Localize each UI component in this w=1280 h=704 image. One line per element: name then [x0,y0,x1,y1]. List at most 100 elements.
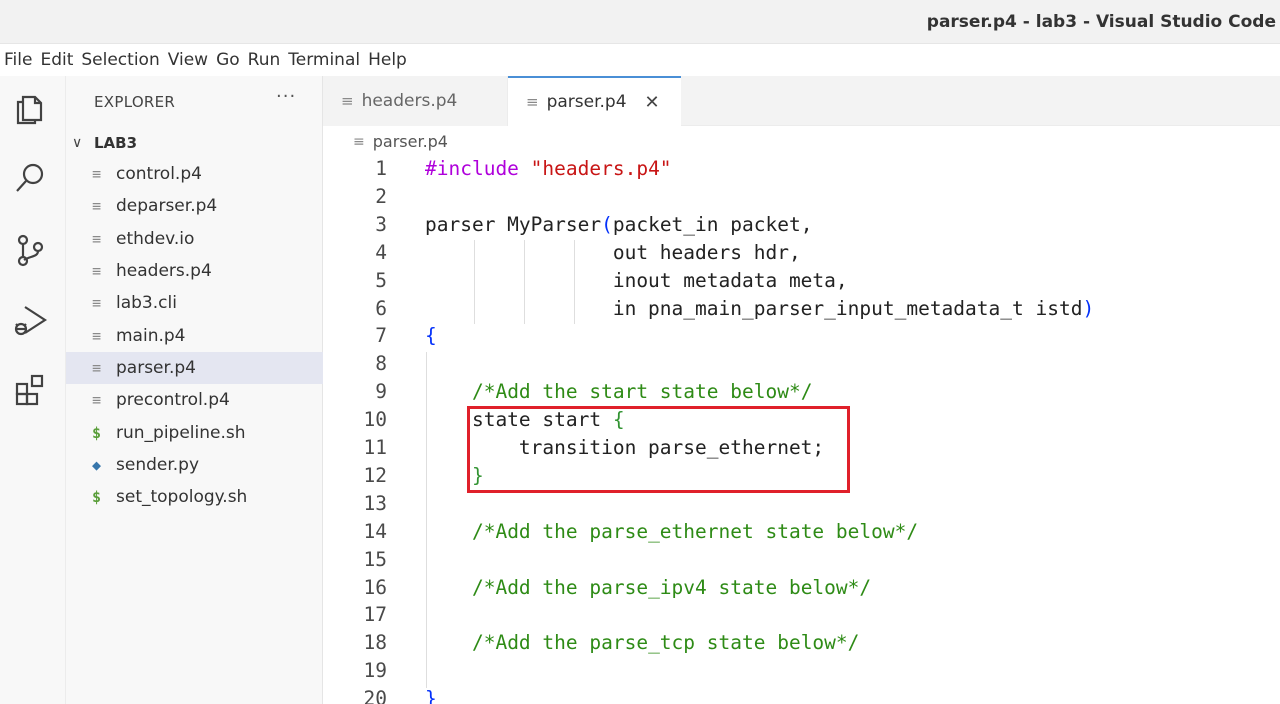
text-file-icon: ≡ [92,165,102,184]
code-line[interactable]: 13 [323,492,1280,520]
code-token: "headers.p4" [530,157,672,180]
line-number: 20 [363,687,387,704]
explorer-icon[interactable] [0,78,60,138]
folder-label: LAB3 [94,134,138,152]
line-number: 17 [363,603,387,627]
file-item-set-topology[interactable]: $ set_topology.sh [66,481,323,513]
close-icon[interactable]: ✕ [645,92,660,113]
menu-go[interactable]: Go [212,50,244,70]
chevron-down-icon: ∨ [72,135,83,151]
code-token: ( [601,212,613,236]
code-line[interactable]: 1 #include "headers.p4" [323,157,1280,185]
code-line[interactable]: 5 inout metadata meta, [323,269,1280,297]
extensions-icon[interactable] [0,360,60,420]
more-actions-icon[interactable]: ··· [276,86,296,107]
line-number: 1 [375,157,387,180]
menu-run[interactable]: Run [244,50,285,70]
code-token: /*Add the parse_ipv4 state below*/ [471,575,872,599]
file-name: deparser.p4 [116,196,218,217]
text-file-icon: ≡ [341,92,354,110]
line-number: 19 [363,659,387,683]
code-text: { [425,324,437,347]
text-file-icon: ≡ [92,358,102,377]
code-line[interactable]: 7{ [323,324,1280,352]
file-item-ethdev[interactable]: ≡ ethdev.io [66,223,323,255]
code-token: } [425,687,437,704]
menu-view[interactable]: View [164,50,212,70]
file-name: ethdev.io [116,228,195,249]
code-line[interactable]: 2 [323,185,1280,213]
code-line[interactable]: 15 [323,548,1280,576]
code-line[interactable]: 20} [323,687,1280,704]
shell-file-icon: $ [92,423,102,442]
code-text: /*Add the parse_tcp state below*/ [425,631,859,654]
code-line[interactable]: 17 [323,603,1280,631]
code-line[interactable]: 3 parser MyParser(packet_in packet, [323,213,1280,241]
code-text: out headers hdr, [425,241,801,264]
menu-file[interactable]: File [0,50,36,70]
title-bar: parser.p4 - lab3 - Visual Studio Code [0,0,1280,44]
breadcrumb-file[interactable]: parser.p4 [373,132,448,151]
code-token: /*Add the parse_tcp state below*/ [471,631,860,655]
line-number: 6 [375,296,387,320]
tab-label: parser.p4 [546,92,627,112]
file-item-control[interactable]: ≡ control.p4 [66,158,323,190]
code-text: /*Add the parse_ethernet state below*/ [425,520,918,543]
file-item-deparser[interactable]: ≡ deparser.p4 [66,190,323,222]
folder-lab3[interactable]: ∨ LAB3 [66,131,323,155]
code-token: { [425,324,437,348]
file-list: ≡ control.p4 ≡ deparser.p4 ≡ ethdev.io ≡… [66,158,323,513]
file-name: lab3.cli [116,293,177,314]
line-number: 3 [375,212,387,236]
tab-label: headers.p4 [361,91,458,111]
text-file-icon: ≡ [92,197,102,216]
code-text: parser MyParser(packet_in packet, [425,213,812,236]
code-token: ) [1082,296,1095,320]
menu-help[interactable]: Help [364,50,411,70]
code-line[interactable]: 18 /*Add the parse_tcp state below*/ [323,631,1280,659]
text-file-icon: ≡ [526,93,539,111]
file-item-lab3-cli[interactable]: ≡ lab3.cli [66,287,323,319]
breadcrumb[interactable]: ≡ parser.p4 [353,132,448,151]
code-token: parser MyParser [425,212,602,236]
line-number: 14 [363,519,387,543]
tab-headers[interactable]: ≡ headers.p4 [323,76,508,126]
menu-edit[interactable]: Edit [36,50,77,70]
file-item-main[interactable]: ≡ main.p4 [66,319,323,351]
menu-terminal[interactable]: Terminal [284,50,364,70]
file-item-run-pipeline[interactable]: $ run_pipeline.sh [66,416,323,448]
tab-parser[interactable]: ≡ parser.p4 ✕ [508,76,681,126]
line-number: 13 [363,491,387,515]
code-line[interactable]: 14 /*Add the parse_ethernet state below*… [323,520,1280,548]
code-line[interactable]: 16 /*Add the parse_ipv4 state below*/ [323,576,1280,604]
tab-bar: ≡ headers.p4 ≡ parser.p4 ✕ [323,76,1280,126]
line-number: 10 [363,408,387,432]
indent-guide [524,240,525,324]
file-item-sender[interactable]: ◆ sender.py [66,449,323,481]
file-item-parser[interactable]: ≡ parser.p4 [66,351,323,385]
text-file-icon: ≡ [92,294,102,313]
search-icon[interactable] [0,148,60,208]
file-name: run_pipeline.sh [116,422,246,443]
file-name: control.p4 [116,164,202,185]
code-line[interactable]: 19 [323,659,1280,687]
explorer-sidebar: EXPLORER ··· ∨ LAB3 ≡ control.p4 ≡ depar… [66,76,323,704]
run-debug-icon[interactable] [0,290,60,350]
source-control-icon[interactable] [0,220,60,280]
code-line[interactable]: 4 out headers hdr, [323,241,1280,269]
line-number: 15 [363,547,387,571]
file-item-headers[interactable]: ≡ headers.p4 [66,255,323,287]
file-item-precontrol[interactable]: ≡ precontrol.p4 [66,384,323,416]
code-line[interactable]: 8 [323,352,1280,380]
code-line[interactable]: 6 in pna_main_parser_input_metadata_t is… [323,297,1280,325]
file-name: set_topology.sh [116,487,248,508]
code-line[interactable]: 9 /*Add the start state below*/ [323,380,1280,408]
file-name: sender.py [116,454,200,475]
code-text: inout metadata meta, [425,269,848,292]
menu-selection[interactable]: Selection [77,50,163,70]
